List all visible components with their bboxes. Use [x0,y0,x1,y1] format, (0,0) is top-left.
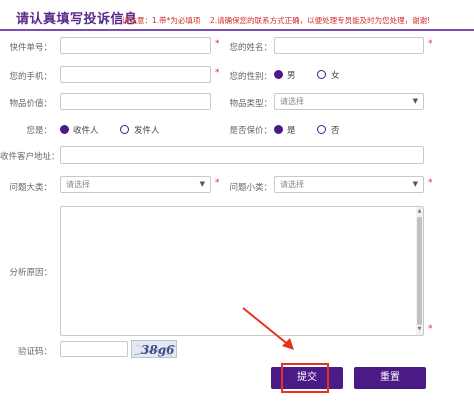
textarea-scrollbar[interactable]: ▲ ▼ [416,207,423,335]
chevron-down-icon: ▼ [412,180,418,188]
scrollbar-thumb[interactable] [417,217,422,325]
required-mark: * [428,324,433,334]
annotation-arrow [242,307,294,350]
insured-no-label: 否 [331,126,340,136]
item-type-select[interactable]: 请选择 ▼ [274,93,424,110]
issue-minor-value: 请选择 [280,180,304,189]
gender-female-radio[interactable] [317,70,326,79]
phone-label: 您的手机： [9,72,52,82]
required-note: 请注意：1.带*为必填项 [122,16,201,25]
chevron-down-icon: ▼ [412,97,418,105]
address-label: 收件客户地址： [0,152,60,162]
contact-note: 2.请确保您的联系方式正确，以便处理专员能及时为您处理，谢谢! [210,16,431,25]
item-type-label: 物品类型： [229,99,272,109]
name-label: 您的姓名： [229,43,272,53]
captcha-label: 验证码： [17,347,52,357]
required-mark: * [428,178,433,188]
issue-minor-select[interactable]: 请选择 ▼ [274,176,424,193]
captcha-input[interactable] [60,341,128,357]
issue-major-select[interactable]: 请选择 ▼ [60,176,211,193]
tracking-number-input[interactable] [60,37,211,54]
gender-male-radio[interactable] [274,70,283,79]
item-type-value: 请选择 [280,97,304,106]
address-input[interactable] [60,146,424,164]
captcha-text: 38g6 [141,343,175,357]
required-mark: * [215,39,220,49]
tracking-label: 快件单号： [9,43,52,53]
insured-yes-radio[interactable] [274,125,283,134]
gender-male-label: 男 [287,71,296,81]
insured-no-radio[interactable] [317,125,326,134]
issue-major-value: 请选择 [66,180,90,189]
role-label: 您是： [26,126,52,136]
captcha-image[interactable]: 38g6 [131,340,177,358]
required-mark: * [215,68,220,78]
issue-minor-label: 问题小类： [229,183,272,193]
role-sender-label: 发件人 [134,126,160,136]
insured-yes-label: 是 [287,126,296,136]
item-value-input[interactable] [60,93,211,110]
page-title: 请认真填写投诉信息 [16,12,138,27]
scroll-up-icon[interactable]: ▲ [416,208,423,216]
highlight-box [281,363,329,393]
insured-label: 是否保价： [229,126,272,136]
required-mark: * [428,39,433,49]
analysis-label: 分析原因： [9,268,52,278]
phone-input[interactable] [60,66,211,83]
role-sender-radio[interactable] [120,125,129,134]
name-input[interactable] [274,37,424,54]
gender-label: 您的性别： [229,72,272,82]
role-receiver-label: 收件人 [73,126,99,136]
issue-major-label: 问题大类： [9,183,52,193]
chevron-down-icon: ▼ [199,180,205,188]
value-label: 物品价值： [9,99,52,109]
gender-female-label: 女 [331,71,340,81]
header-divider [0,29,474,31]
reset-button[interactable]: 重置 [354,367,426,389]
scroll-down-icon[interactable]: ▼ [416,326,423,334]
required-mark: * [215,178,220,188]
role-receiver-radio[interactable] [60,125,69,134]
